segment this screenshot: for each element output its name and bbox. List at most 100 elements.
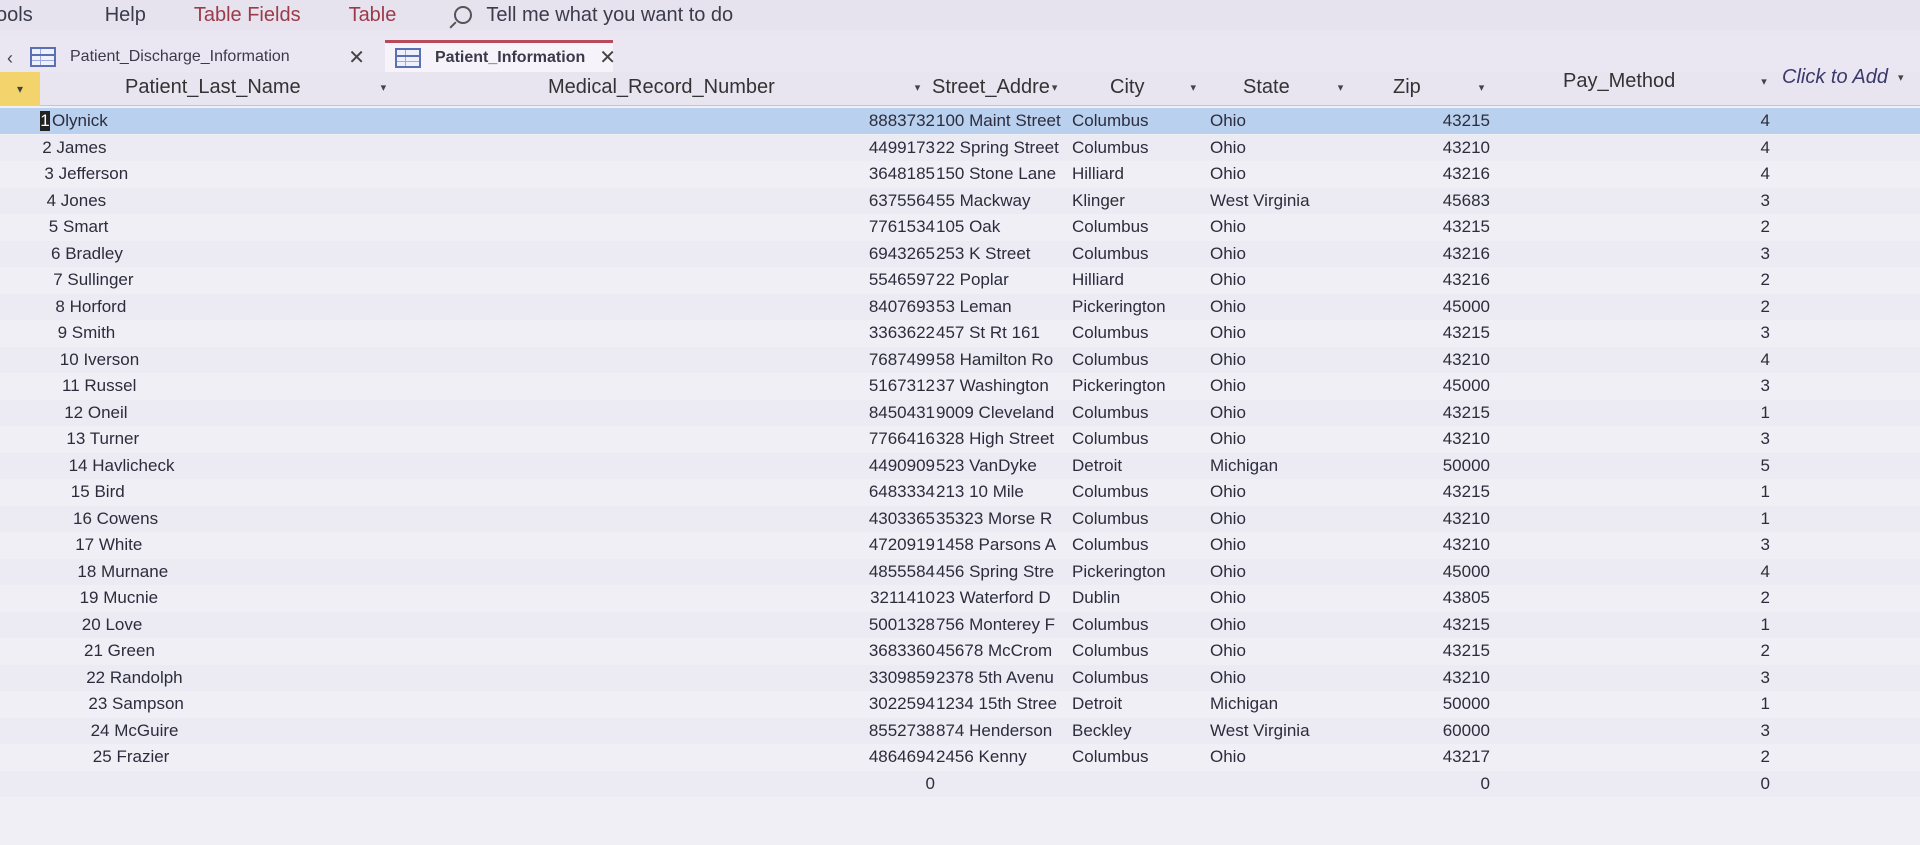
dropdown-arrow-icon[interactable]: ▾	[1898, 71, 1904, 84]
cell-zip[interactable]: 45000	[1420, 297, 1490, 317]
cell-pay-method[interactable]: 3	[1700, 535, 1770, 555]
cell-city[interactable]: Columbus	[1072, 350, 1187, 370]
cell-state[interactable]: Ohio	[1210, 509, 1360, 529]
cell-pay-method[interactable]: 3	[1700, 191, 1770, 211]
cell-city[interactable]: Columbus	[1072, 429, 1187, 449]
cell-patient-last-name[interactable]: 10 Iverson	[60, 350, 340, 370]
cell-zip[interactable]: 43216	[1420, 164, 1490, 184]
cell-pay-method[interactable]: 2	[1700, 270, 1770, 290]
cell-street-address[interactable]: 37 Washington	[936, 376, 1070, 396]
cell-city[interactable]: Columbus	[1072, 323, 1187, 343]
cell-street-address[interactable]: 53 Leman	[936, 297, 1070, 317]
table-row[interactable]: 2 James 4499173 22 Spring Street Columbus Oh…	[0, 134, 1920, 161]
table-row[interactable]: 0 0 0	[0, 770, 1920, 797]
cell-patient-last-name[interactable]: 22 Randolph	[86, 668, 366, 688]
cell-zip[interactable]: 43216	[1420, 270, 1490, 290]
cell-zip[interactable]: 43210	[1420, 429, 1490, 449]
cell-zip[interactable]: 43215	[1420, 641, 1490, 661]
tab-patient-information[interactable]: Patient_Information ✕	[385, 40, 616, 72]
cell-medical-record-number[interactable]: 3309859	[855, 668, 935, 688]
cell-city[interactable]: Columbus	[1072, 668, 1187, 688]
cell-state[interactable]: Ohio	[1210, 270, 1360, 290]
cell-city[interactable]: Dublin	[1072, 588, 1187, 608]
table-row[interactable]: 6 Bradley 6943265 253 K Street Columbus Ohio…	[0, 240, 1920, 267]
table-row[interactable]: 24 McGuire 8552738 874 Henderson Beckley Wes…	[0, 717, 1920, 744]
cell-city[interactable]: Detroit	[1072, 694, 1187, 714]
cell-medical-record-number[interactable]: 3022594	[855, 694, 935, 714]
cell-state[interactable]: Ohio	[1210, 588, 1360, 608]
cell-medical-record-number[interactable]: 8883732	[855, 111, 935, 131]
cell-state[interactable]: Ohio	[1210, 350, 1360, 370]
table-row[interactable]: 9 Smith 3363622 457 St Rt 161 Columbus Ohio 4…	[0, 320, 1920, 346]
cell-patient-last-name[interactable]: 8 Horford	[55, 297, 335, 317]
cell-patient-last-name[interactable]: 17 White	[75, 535, 355, 555]
cell-zip[interactable]: 43210	[1420, 668, 1490, 688]
table-row[interactable]: 8 Horford 8407693 53 Leman Pickerington Ohio…	[0, 293, 1920, 320]
cell-state[interactable]: West Virginia	[1210, 721, 1360, 741]
table-row[interactable]: 21 Green 3683360 45678 McCrom Columbus Ohio 4…	[0, 638, 1920, 664]
cell-zip[interactable]: 43210	[1420, 138, 1490, 158]
cell-patient-last-name[interactable]: 15 Bird	[71, 482, 351, 502]
cell-street-address[interactable]: 22 Spring Street	[936, 138, 1070, 158]
cell-medical-record-number[interactable]: 3648185	[855, 164, 935, 184]
menu-table[interactable]: Table	[349, 4, 397, 27]
column-header-city[interactable]: City ▾	[1110, 76, 1196, 99]
cell-medical-record-number[interactable]: 8407693	[855, 297, 935, 317]
cell-street-address[interactable]: 58 Hamilton Ro	[936, 350, 1070, 370]
cell-pay-method[interactable]: 2	[1700, 641, 1770, 661]
cell-street-address[interactable]: 1234 15th Stree	[936, 694, 1070, 714]
cell-zip[interactable]: 43217	[1420, 747, 1490, 767]
cell-state[interactable]: Ohio	[1210, 323, 1360, 343]
cell-city[interactable]: Columbus	[1072, 615, 1187, 635]
cell-state[interactable]: Ohio	[1210, 747, 1360, 767]
cell-state[interactable]: Ohio	[1210, 217, 1360, 237]
cell-zip[interactable]: 43215	[1420, 217, 1490, 237]
cell-patient-last-name[interactable]: 19 Mucnie	[80, 588, 360, 608]
cell-pay-method[interactable]: 2	[1700, 588, 1770, 608]
column-header-click-to-add[interactable]: Click to Add ▾	[1782, 66, 1904, 89]
cell-medical-record-number[interactable]: 7761534	[855, 217, 935, 237]
cell-patient-last-name[interactable]: 14 Havlicheck	[69, 456, 349, 476]
cell-city[interactable]: Klinger	[1072, 191, 1187, 211]
dropdown-arrow-icon[interactable]: ▾	[381, 81, 387, 94]
dropdown-arrow-icon[interactable]: ▾	[1338, 81, 1344, 94]
cell-state[interactable]: Michigan	[1210, 456, 1360, 476]
cell-state[interactable]: Michigan	[1210, 694, 1360, 714]
cell-medical-record-number[interactable]: 8552738	[855, 721, 935, 741]
cell-state[interactable]: Ohio	[1210, 376, 1360, 396]
cell-street-address[interactable]: 9009 Cleveland	[936, 403, 1070, 423]
cell-pay-method[interactable]: 3	[1700, 244, 1770, 264]
dropdown-arrow-icon[interactable]: ▾	[1190, 81, 1196, 94]
close-icon[interactable]: ✕	[599, 45, 616, 70]
cell-medical-record-number[interactable]: 4720919	[855, 535, 935, 555]
cell-city[interactable]: Columbus	[1072, 747, 1187, 767]
cell-pay-method[interactable]: 4	[1700, 562, 1770, 582]
cell-pay-method[interactable]: 3	[1700, 429, 1770, 449]
cell-pay-method[interactable]: 4	[1700, 138, 1770, 158]
cell-pay-method[interactable]: 1	[1700, 403, 1770, 423]
cell-state[interactable]: Ohio	[1210, 111, 1360, 131]
cell-medical-record-number[interactable]: 6943265	[855, 244, 935, 264]
cell-street-address[interactable]: 150 Stone Lane	[936, 164, 1070, 184]
cell-city[interactable]: Hilliard	[1072, 270, 1187, 290]
cell-zip[interactable]: 43210	[1420, 350, 1490, 370]
cell-street-address[interactable]: 457 St Rt 161	[936, 323, 1070, 343]
table-row[interactable]: 18 Murnane 4855584 456 Spring Stre Pickerin…	[0, 558, 1920, 585]
cell-pay-method[interactable]: 3	[1700, 376, 1770, 396]
cell-state[interactable]: Ohio	[1210, 641, 1360, 661]
cell-city[interactable]: Columbus	[1072, 482, 1187, 502]
cell-state[interactable]: Ohio	[1210, 615, 1360, 635]
dropdown-arrow-icon[interactable]: ▾	[915, 81, 921, 94]
cell-patient-last-name[interactable]: 12 Oneil	[64, 403, 344, 423]
cell-street-address[interactable]: 328 High Street	[936, 429, 1070, 449]
cell-medical-record-number[interactable]: 4490909	[855, 456, 935, 476]
chevron-left-icon[interactable]: ‹	[0, 44, 20, 72]
cell-pay-method[interactable]: 4	[1700, 111, 1770, 131]
cell-street-address[interactable]: 456 Spring Stre	[936, 562, 1070, 582]
cell-city[interactable]: Pickerington	[1072, 376, 1187, 396]
cell-medical-record-number[interactable]: 8450431	[855, 403, 935, 423]
cell-zip[interactable]: 50000	[1420, 694, 1490, 714]
cell-state[interactable]: West Virginia	[1210, 191, 1360, 211]
column-header-street-address[interactable]: Street_Addre ▾	[932, 76, 1057, 99]
table-row[interactable]: 15 Bird 6483334 213 10 Mile Columbus Ohio 432…	[0, 479, 1920, 505]
